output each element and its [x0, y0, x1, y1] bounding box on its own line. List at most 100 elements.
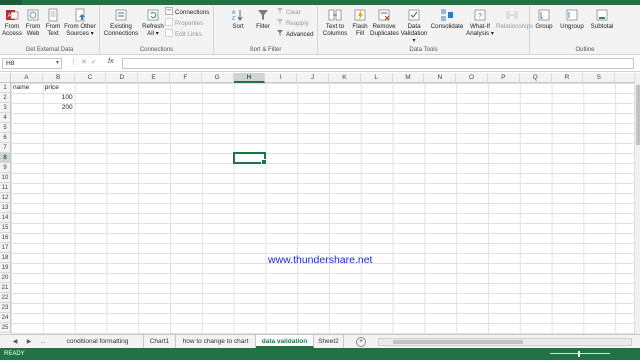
row-header-7[interactable]: 7: [0, 143, 11, 153]
reapply-button[interactable]: Reapply: [276, 18, 309, 28]
formula-input[interactable]: [122, 58, 634, 69]
clear-button[interactable]: Clear: [276, 7, 301, 17]
sheet-tab-conditional-formatting[interactable]: conditional formatting: [52, 335, 144, 348]
column-header-b[interactable]: B: [43, 73, 75, 83]
row-header-21[interactable]: 21: [0, 283, 11, 293]
row-header-3[interactable]: 3: [0, 103, 11, 113]
column-header-h[interactable]: H: [233, 73, 266, 83]
cell-b2[interactable]: 100: [43, 93, 75, 103]
row-header-12[interactable]: 12: [0, 193, 11, 203]
text-to-columns-button[interactable]: Text to Columns: [320, 8, 350, 37]
sheet-tab-chart1[interactable]: Chart1: [144, 335, 176, 348]
edit-links-button[interactable]: Edit Links: [165, 29, 202, 39]
sheet-tab-sheet2[interactable]: Sheet2: [314, 335, 344, 348]
chevron-down-icon[interactable]: ▾: [56, 59, 59, 68]
from-access-button[interactable]: A From Access: [2, 8, 22, 37]
name-box[interactable]: H8 ▾: [2, 58, 62, 69]
column-header-l[interactable]: L: [361, 73, 393, 83]
column-header-r[interactable]: R: [552, 73, 584, 83]
row-header-15[interactable]: 15: [0, 223, 11, 233]
column-header-i[interactable]: I: [265, 73, 298, 83]
zoom-slider-track[interactable]: [550, 353, 610, 354]
sheet-tab-data-validation[interactable]: data validation: [256, 335, 314, 348]
next-sheet-button[interactable]: ▶: [24, 337, 34, 347]
row-header-17[interactable]: 17: [0, 243, 11, 253]
row-header-18[interactable]: 18: [0, 253, 11, 263]
svg-text:Z: Z: [232, 16, 235, 22]
properties-button[interactable]: Properties: [165, 18, 203, 28]
column-header-e[interactable]: E: [138, 73, 170, 83]
insert-function-button[interactable]: fx: [108, 58, 113, 65]
column-header-o[interactable]: O: [456, 73, 488, 83]
row-header-24[interactable]: 24: [0, 313, 11, 323]
row-header-14[interactable]: 14: [0, 213, 11, 223]
refresh-all-button[interactable]: Refresh All ▾: [142, 8, 164, 37]
subtotal-button[interactable]: Subtotal: [587, 8, 617, 30]
file-tab[interactable]: [0, 0, 22, 5]
column-header-g[interactable]: G: [202, 73, 234, 83]
from-text-button[interactable]: From Text: [44, 8, 62, 37]
sheet-tab-how-to-change-to-chart[interactable]: how to change to chart: [176, 335, 256, 348]
more-sheets-button[interactable]: ...: [38, 337, 48, 347]
row-header-5[interactable]: 5: [0, 123, 11, 133]
row-header-1[interactable]: 1: [0, 83, 11, 93]
group-button[interactable]: Group: [532, 8, 556, 30]
cancel-icon[interactable]: ✕: [81, 59, 91, 66]
more-icon[interactable]: ⋮: [70, 59, 81, 66]
filter-button[interactable]: Filter: [252, 8, 274, 30]
column-header-j[interactable]: J: [297, 73, 329, 83]
column-header-d[interactable]: D: [106, 73, 139, 83]
column-header-c[interactable]: C: [75, 73, 107, 83]
remove-duplicates-button[interactable]: Remove Duplicates: [370, 8, 399, 37]
row-header-2[interactable]: 2: [0, 93, 11, 103]
row-header-6[interactable]: 6: [0, 133, 11, 143]
flash-fill-button[interactable]: Flash Fill: [351, 8, 369, 37]
row-header-20[interactable]: 20: [0, 273, 11, 283]
row-header-4[interactable]: 4: [0, 113, 11, 123]
cell-b3[interactable]: 200: [43, 103, 75, 113]
column-header-m[interactable]: M: [393, 73, 425, 83]
add-sheet-button[interactable]: +: [356, 337, 366, 347]
column-header-f[interactable]: F: [170, 73, 202, 83]
consolidate-button[interactable]: Consolidate: [430, 8, 464, 30]
ribbon: A From Access From Web From Text From Ot…: [0, 0, 640, 55]
from-other-sources-button[interactable]: From Other Sources ▾: [63, 8, 97, 37]
row-header-13[interactable]: 13: [0, 203, 11, 213]
ungroup-button[interactable]: Ungroup: [558, 8, 586, 30]
existing-connections-button[interactable]: Existing Connections: [102, 8, 140, 37]
column-header-q[interactable]: Q: [520, 73, 552, 83]
row-header-25[interactable]: 25: [0, 323, 11, 333]
row-header-16[interactable]: 16: [0, 233, 11, 243]
active-cell-selection[interactable]: [232, 152, 268, 165]
horizontal-scroll-thumb[interactable]: [393, 340, 523, 344]
column-header-p[interactable]: P: [488, 73, 520, 83]
column-header-s[interactable]: S: [583, 73, 616, 83]
row-header-9[interactable]: 9: [0, 163, 11, 173]
column-header-n[interactable]: N: [424, 73, 457, 83]
column-header-k[interactable]: K: [329, 73, 361, 83]
data-validation-button[interactable]: Data Validation ▾: [399, 8, 429, 44]
cell-a1[interactable]: name: [11, 83, 43, 93]
sort-button[interactable]: AZ Sort: [228, 8, 248, 30]
advanced-button[interactable]: Advanced: [276, 29, 314, 39]
cell-b1[interactable]: price: [43, 83, 75, 93]
row-header-10[interactable]: 10: [0, 173, 11, 183]
column-header-a[interactable]: A: [11, 73, 43, 83]
zoom-slider-knob[interactable]: [578, 351, 580, 357]
row-header-23[interactable]: 23: [0, 303, 11, 313]
horizontal-scrollbar[interactable]: [378, 338, 632, 346]
row-header-8[interactable]: 8: [0, 153, 11, 163]
select-all-corner[interactable]: [0, 73, 11, 83]
from-web-button[interactable]: From Web: [24, 8, 42, 37]
what-if-analysis-button[interactable]: ? What-If Analysis ▾: [465, 8, 495, 37]
relationships-button[interactable]: Relationships: [496, 8, 533, 30]
vertical-scrollbar[interactable]: [634, 73, 640, 334]
row-header-11[interactable]: 11: [0, 183, 11, 193]
enter-icon[interactable]: ✓: [91, 59, 101, 66]
vertical-scroll-thumb[interactable]: [636, 85, 640, 145]
row-header-19[interactable]: 19: [0, 263, 11, 273]
connections-button[interactable]: Connections: [165, 7, 209, 17]
cells-area[interactable]: name price 100 200: [11, 83, 634, 334]
prev-sheet-button[interactable]: ◀: [10, 337, 20, 347]
row-header-22[interactable]: 22: [0, 293, 11, 303]
